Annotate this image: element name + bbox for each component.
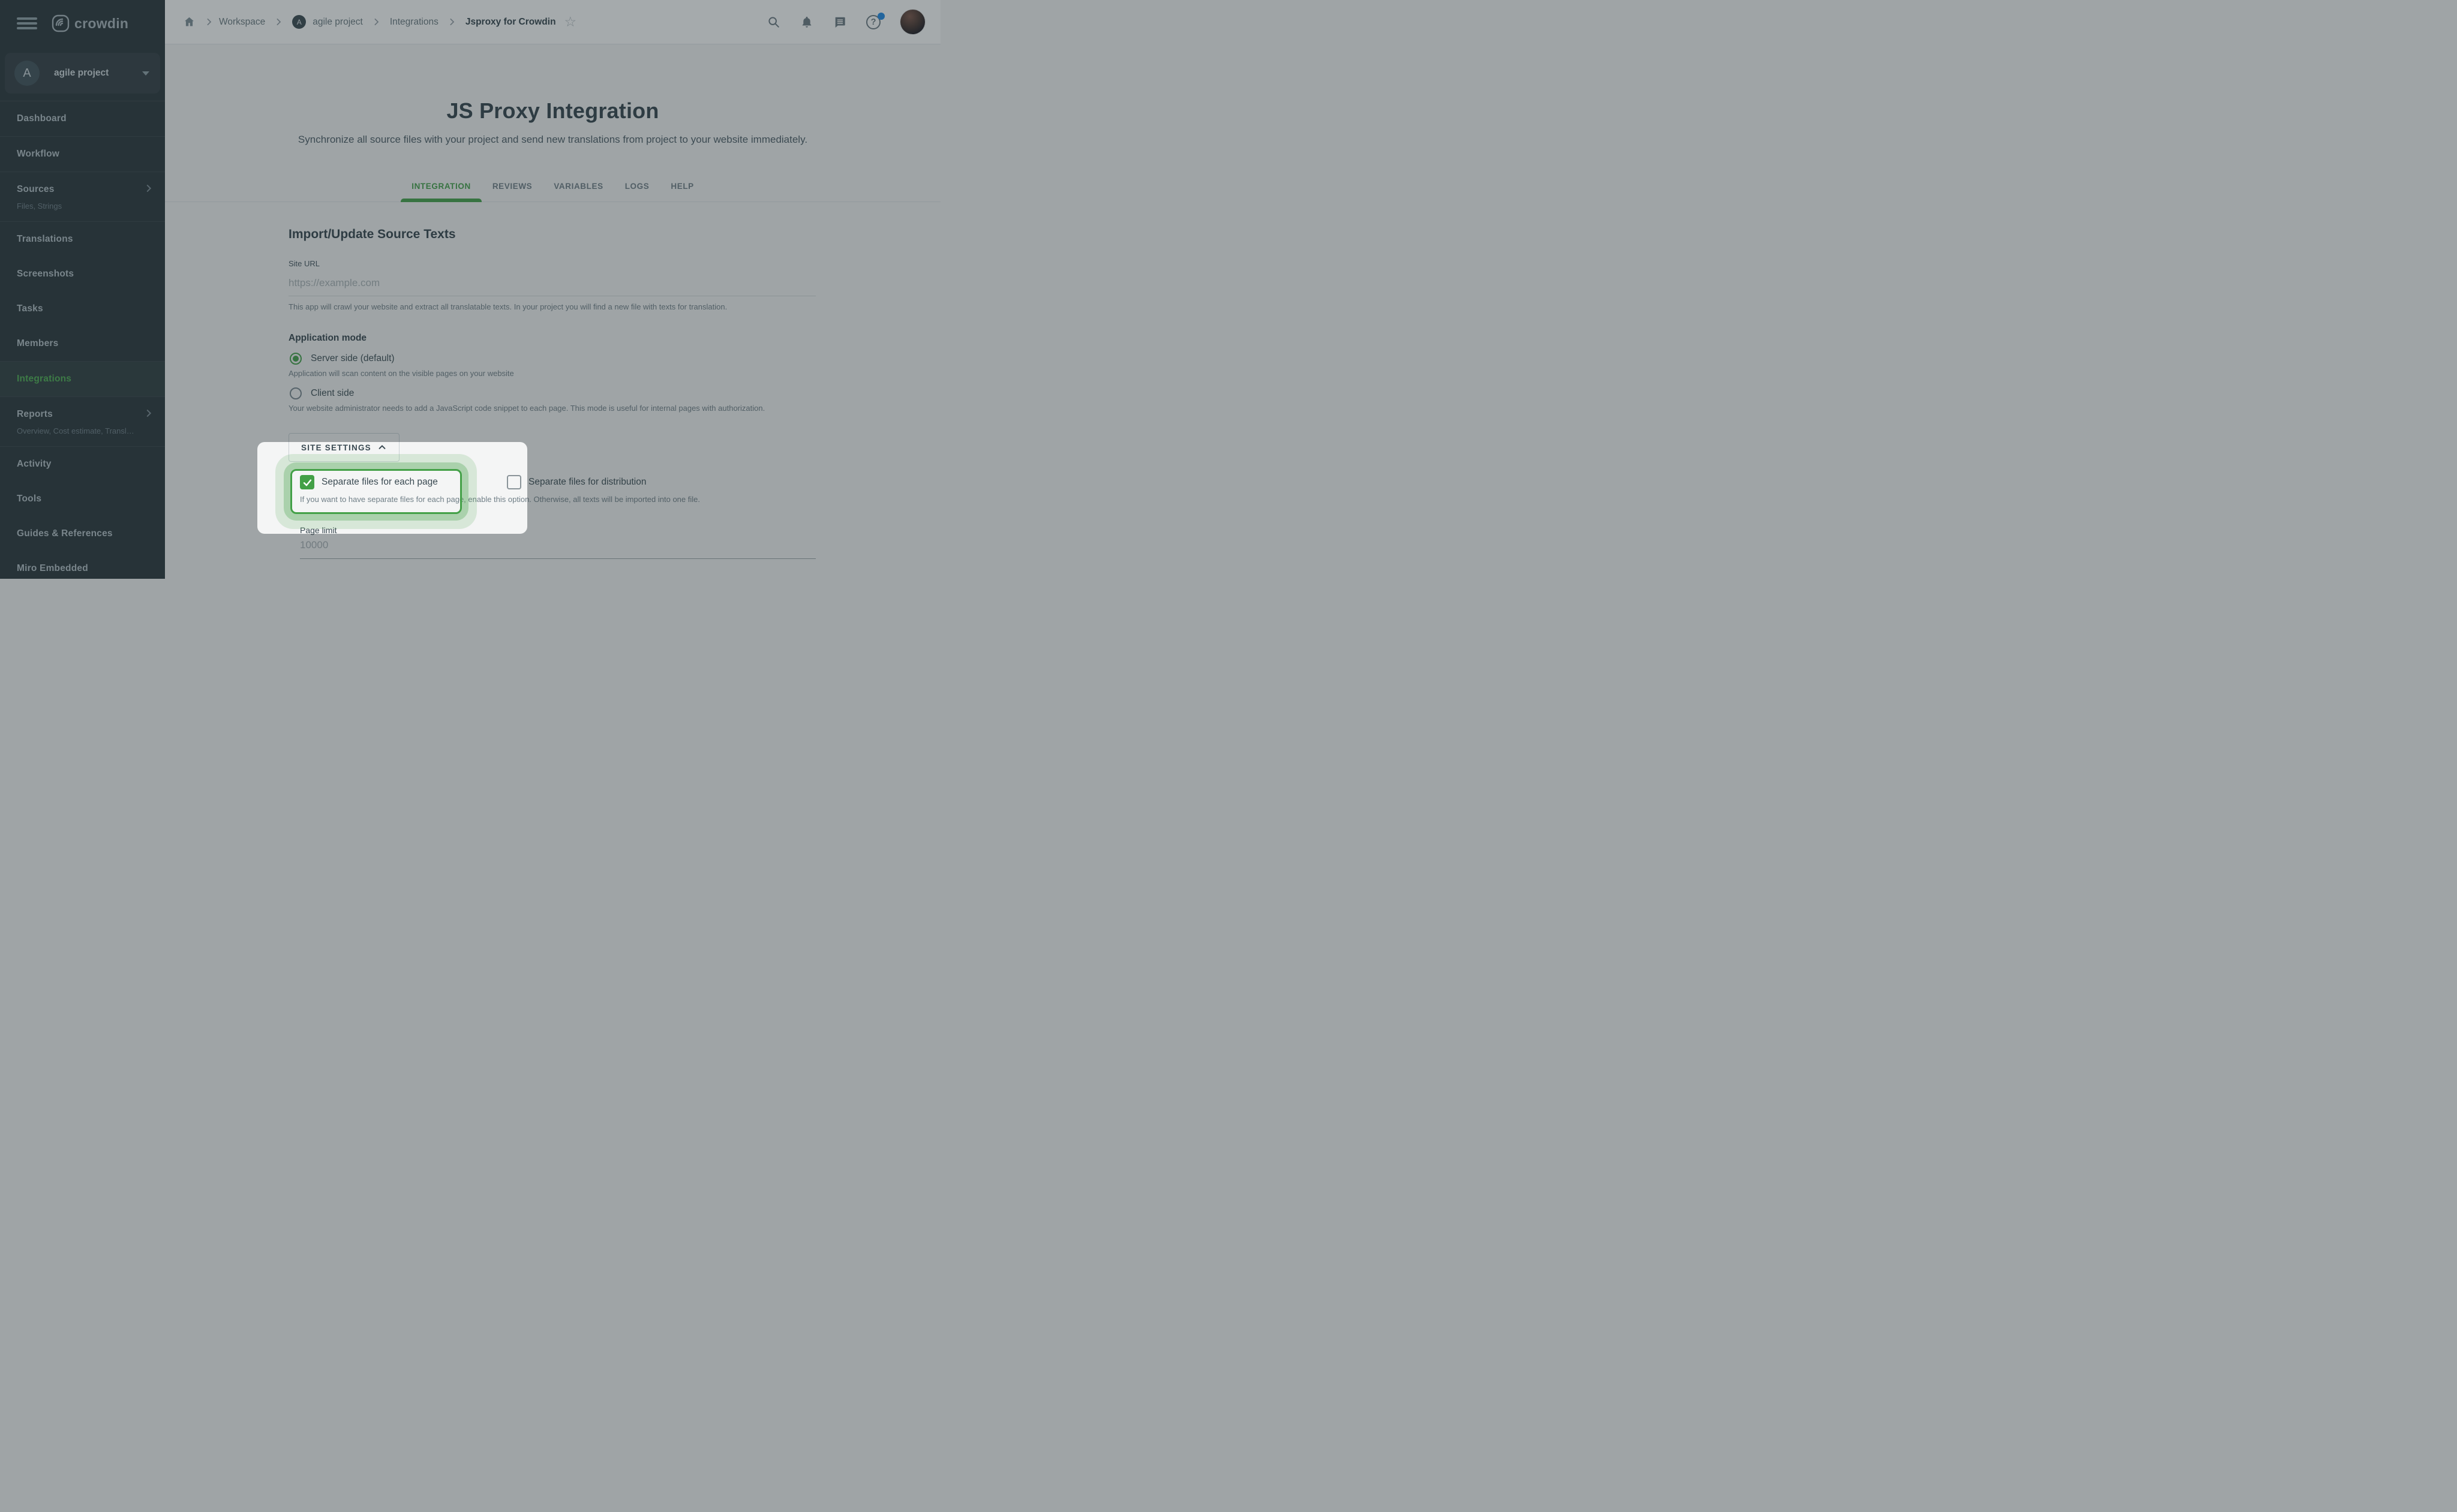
breadcrumb-integrations[interactable]: Integrations bbox=[390, 17, 438, 28]
sidebar-item-miro-embedded[interactable]: Miro Embedded bbox=[0, 551, 165, 579]
app-window: crowdin A agile project Dashboard Workfl… bbox=[0, 0, 941, 579]
page-subtitle: Synchronize all source files with your p… bbox=[298, 134, 808, 145]
project-selector[interactable]: A agile project bbox=[5, 53, 160, 94]
tab-variables[interactable]: VARIABLES bbox=[543, 182, 614, 202]
section-title: Import/Update Source Texts bbox=[289, 227, 456, 241]
server-side-hint: Application will scan content on the vis… bbox=[289, 369, 514, 378]
sidebar-item-guides-references[interactable]: Guides & References bbox=[0, 516, 165, 551]
breadcrumb: Workspace A agile project Integrations J… bbox=[183, 15, 767, 29]
chevron-right-icon bbox=[143, 408, 154, 422]
sidebar-item-integrations[interactable]: Integrations bbox=[0, 362, 165, 396]
checkbox-hint: If you want to have separate files for e… bbox=[300, 495, 700, 504]
page-limit-label: Page limit bbox=[300, 525, 337, 535]
page-title: JS Proxy Integration bbox=[446, 98, 659, 123]
notification-dot bbox=[878, 12, 885, 20]
chevron-right-icon bbox=[274, 17, 284, 27]
site-settings-section: SITE SETTINGS Separate files for each pa… bbox=[289, 433, 941, 559]
sidebar-top: crowdin bbox=[0, 0, 165, 47]
radio-unchecked-icon bbox=[290, 387, 302, 399]
sidebar-item-translations[interactable]: Translations bbox=[0, 222, 165, 257]
breadcrumb-current-page: Jsproxy for Crowdin bbox=[465, 16, 556, 27]
checkbox-row: Separate files for each page Separate fi… bbox=[300, 475, 941, 489]
breadcrumb-project[interactable]: A agile project bbox=[292, 15, 363, 29]
site-settings-toggle-button[interactable]: SITE SETTINGS bbox=[289, 433, 400, 462]
home-icon[interactable] bbox=[183, 16, 196, 28]
application-mode-label: Application mode bbox=[289, 333, 367, 343]
tab-logs[interactable]: LOGS bbox=[614, 182, 660, 202]
tab-reviews[interactable]: REVIEWS bbox=[482, 182, 543, 202]
radio-checked-icon bbox=[290, 353, 302, 365]
messages-chat-icon[interactable] bbox=[833, 16, 846, 29]
main-area: Workspace A agile project Integrations J… bbox=[165, 0, 941, 579]
site-url-input[interactable]: https://example.com bbox=[289, 277, 816, 296]
tab-help[interactable]: HELP bbox=[660, 182, 704, 202]
radio-client-side[interactable]: Client side bbox=[289, 387, 941, 399]
sidebar-item-dashboard[interactable]: Dashboard bbox=[0, 101, 165, 136]
integration-form: Import/Update Source Texts Site URL http… bbox=[165, 202, 941, 559]
breadcrumb-workspace[interactable]: Workspace bbox=[219, 17, 265, 28]
help-icon[interactable]: ? bbox=[866, 12, 885, 29]
caret-down-icon bbox=[142, 71, 149, 76]
project-name: agile project bbox=[54, 68, 109, 78]
favorite-star-icon[interactable]: ☆ bbox=[564, 15, 577, 29]
client-side-hint: Your website administrator needs to add … bbox=[289, 404, 765, 413]
sidebar-nav: Dashboard Workflow Sources Files, String… bbox=[0, 101, 165, 579]
chevron-right-icon bbox=[447, 17, 457, 27]
tab-bar: INTEGRATION REVIEWS VARIABLES LOGS HELP bbox=[165, 182, 941, 202]
checkbox-unchecked-icon bbox=[507, 475, 521, 489]
site-url-hint: This app will crawl your website and ext… bbox=[289, 302, 728, 311]
crowdin-logo[interactable]: crowdin bbox=[52, 14, 128, 32]
project-avatar: A bbox=[14, 61, 40, 86]
chevron-right-icon bbox=[204, 17, 214, 27]
sidebar: crowdin A agile project Dashboard Workfl… bbox=[0, 0, 165, 579]
search-icon[interactable] bbox=[767, 16, 780, 29]
radio-server-side[interactable]: Server side (default) bbox=[289, 353, 941, 365]
chevron-up-icon bbox=[377, 443, 387, 452]
chevron-right-icon bbox=[143, 183, 154, 197]
sidebar-item-screenshots[interactable]: Screenshots bbox=[0, 257, 165, 291]
chevron-right-icon bbox=[371, 17, 382, 27]
page-hero: JS Proxy Integration Synchronize all sou… bbox=[165, 44, 941, 146]
checkbox-separate-files-distribution[interactable]: Separate files for distribution bbox=[507, 475, 646, 489]
page-limit-input[interactable]: 10000 bbox=[300, 539, 816, 559]
sidebar-item-sources[interactable]: Sources Files, Strings bbox=[0, 172, 165, 221]
checkbox-checked-icon bbox=[300, 475, 314, 489]
site-url-label: Site URL bbox=[289, 259, 320, 268]
sidebar-item-tasks[interactable]: Tasks bbox=[0, 291, 165, 326]
sidebar-item-tools[interactable]: Tools bbox=[0, 482, 165, 516]
sidebar-item-workflow[interactable]: Workflow bbox=[0, 137, 165, 172]
sidebar-item-activity[interactable]: Activity bbox=[0, 447, 165, 482]
sidebar-item-members[interactable]: Members bbox=[0, 326, 165, 361]
header-actions: ? bbox=[767, 10, 925, 34]
tab-integration[interactable]: INTEGRATION bbox=[401, 182, 482, 202]
user-avatar[interactable] bbox=[900, 10, 925, 34]
crowdin-logo-text: crowdin bbox=[74, 15, 129, 31]
checkbox-separate-files-each-page[interactable]: Separate files for each page bbox=[300, 475, 507, 489]
sidebar-item-reports[interactable]: Reports Overview, Cost estimate, Transl… bbox=[0, 397, 165, 446]
notifications-bell-icon[interactable] bbox=[800, 16, 813, 29]
crowdin-logo-icon bbox=[52, 14, 70, 32]
hamburger-menu-icon[interactable] bbox=[17, 15, 37, 32]
top-header: Workspace A agile project Integrations J… bbox=[165, 0, 941, 44]
project-avatar-small: A bbox=[292, 15, 307, 29]
